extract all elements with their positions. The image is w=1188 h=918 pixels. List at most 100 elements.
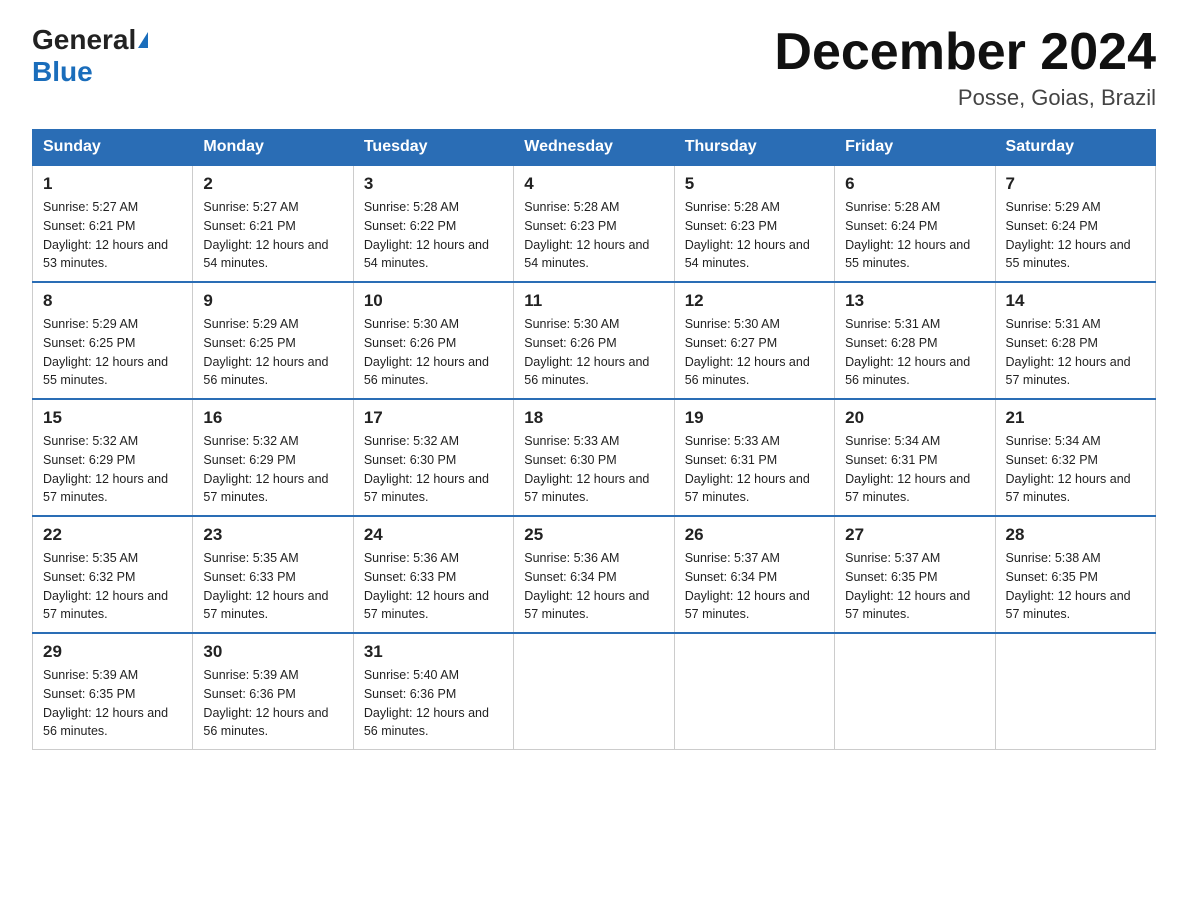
- day-number: 28: [1006, 525, 1145, 545]
- calendar-cell: 23 Sunrise: 5:35 AMSunset: 6:33 PMDaylig…: [193, 516, 353, 633]
- day-info: Sunrise: 5:34 AMSunset: 6:31 PMDaylight:…: [845, 434, 970, 504]
- calendar-cell: 15 Sunrise: 5:32 AMSunset: 6:29 PMDaylig…: [33, 399, 193, 516]
- logo-general-text: General: [32, 24, 136, 56]
- calendar-cell: 2 Sunrise: 5:27 AMSunset: 6:21 PMDayligh…: [193, 165, 353, 282]
- day-info: Sunrise: 5:35 AMSunset: 6:33 PMDaylight:…: [203, 551, 328, 621]
- day-info: Sunrise: 5:37 AMSunset: 6:34 PMDaylight:…: [685, 551, 810, 621]
- day-info: Sunrise: 5:39 AMSunset: 6:36 PMDaylight:…: [203, 668, 328, 738]
- day-number: 16: [203, 408, 342, 428]
- day-number: 14: [1006, 291, 1145, 311]
- calendar-week-row: 1 Sunrise: 5:27 AMSunset: 6:21 PMDayligh…: [33, 165, 1156, 282]
- calendar-cell: 12 Sunrise: 5:30 AMSunset: 6:27 PMDaylig…: [674, 282, 834, 399]
- calendar-cell: 7 Sunrise: 5:29 AMSunset: 6:24 PMDayligh…: [995, 165, 1155, 282]
- day-number: 12: [685, 291, 824, 311]
- header-saturday: Saturday: [995, 130, 1155, 166]
- logo-triangle-icon: [138, 32, 148, 48]
- day-number: 9: [203, 291, 342, 311]
- day-info: Sunrise: 5:32 AMSunset: 6:30 PMDaylight:…: [364, 434, 489, 504]
- day-info: Sunrise: 5:35 AMSunset: 6:32 PMDaylight:…: [43, 551, 168, 621]
- day-info: Sunrise: 5:30 AMSunset: 6:26 PMDaylight:…: [524, 317, 649, 387]
- calendar-cell: 10 Sunrise: 5:30 AMSunset: 6:26 PMDaylig…: [353, 282, 513, 399]
- calendar-cell: 21 Sunrise: 5:34 AMSunset: 6:32 PMDaylig…: [995, 399, 1155, 516]
- calendar-cell: [995, 633, 1155, 750]
- calendar-cell: 20 Sunrise: 5:34 AMSunset: 6:31 PMDaylig…: [835, 399, 995, 516]
- day-info: Sunrise: 5:29 AMSunset: 6:25 PMDaylight:…: [43, 317, 168, 387]
- calendar-cell: 17 Sunrise: 5:32 AMSunset: 6:30 PMDaylig…: [353, 399, 513, 516]
- calendar-cell: 4 Sunrise: 5:28 AMSunset: 6:23 PMDayligh…: [514, 165, 674, 282]
- day-number: 17: [364, 408, 503, 428]
- header-friday: Friday: [835, 130, 995, 166]
- day-number: 15: [43, 408, 182, 428]
- page-header: General Blue December 2024 Posse, Goias,…: [32, 24, 1156, 111]
- calendar-cell: 6 Sunrise: 5:28 AMSunset: 6:24 PMDayligh…: [835, 165, 995, 282]
- day-info: Sunrise: 5:30 AMSunset: 6:27 PMDaylight:…: [685, 317, 810, 387]
- day-info: Sunrise: 5:36 AMSunset: 6:33 PMDaylight:…: [364, 551, 489, 621]
- day-number: 5: [685, 174, 824, 194]
- calendar-cell: [514, 633, 674, 750]
- day-info: Sunrise: 5:27 AMSunset: 6:21 PMDaylight:…: [203, 200, 328, 270]
- day-info: Sunrise: 5:36 AMSunset: 6:34 PMDaylight:…: [524, 551, 649, 621]
- day-number: 6: [845, 174, 984, 194]
- calendar-cell: 25 Sunrise: 5:36 AMSunset: 6:34 PMDaylig…: [514, 516, 674, 633]
- calendar-cell: 3 Sunrise: 5:28 AMSunset: 6:22 PMDayligh…: [353, 165, 513, 282]
- day-info: Sunrise: 5:28 AMSunset: 6:23 PMDaylight:…: [524, 200, 649, 270]
- day-number: 20: [845, 408, 984, 428]
- calendar-cell: 11 Sunrise: 5:30 AMSunset: 6:26 PMDaylig…: [514, 282, 674, 399]
- day-number: 4: [524, 174, 663, 194]
- day-number: 23: [203, 525, 342, 545]
- calendar-cell: 19 Sunrise: 5:33 AMSunset: 6:31 PMDaylig…: [674, 399, 834, 516]
- calendar-cell: 24 Sunrise: 5:36 AMSunset: 6:33 PMDaylig…: [353, 516, 513, 633]
- day-number: 27: [845, 525, 984, 545]
- day-info: Sunrise: 5:32 AMSunset: 6:29 PMDaylight:…: [43, 434, 168, 504]
- day-number: 3: [364, 174, 503, 194]
- header-thursday: Thursday: [674, 130, 834, 166]
- day-info: Sunrise: 5:37 AMSunset: 6:35 PMDaylight:…: [845, 551, 970, 621]
- day-info: Sunrise: 5:28 AMSunset: 6:24 PMDaylight:…: [845, 200, 970, 270]
- day-number: 7: [1006, 174, 1145, 194]
- day-info: Sunrise: 5:28 AMSunset: 6:23 PMDaylight:…: [685, 200, 810, 270]
- header-wednesday: Wednesday: [514, 130, 674, 166]
- calendar-cell: 27 Sunrise: 5:37 AMSunset: 6:35 PMDaylig…: [835, 516, 995, 633]
- day-info: Sunrise: 5:31 AMSunset: 6:28 PMDaylight:…: [1006, 317, 1131, 387]
- day-info: Sunrise: 5:27 AMSunset: 6:21 PMDaylight:…: [43, 200, 168, 270]
- day-info: Sunrise: 5:33 AMSunset: 6:30 PMDaylight:…: [524, 434, 649, 504]
- day-info: Sunrise: 5:40 AMSunset: 6:36 PMDaylight:…: [364, 668, 489, 738]
- location-title: Posse, Goias, Brazil: [774, 85, 1156, 111]
- header-sunday: Sunday: [33, 130, 193, 166]
- month-title: December 2024: [774, 24, 1156, 81]
- day-number: 11: [524, 291, 663, 311]
- calendar-cell: 30 Sunrise: 5:39 AMSunset: 6:36 PMDaylig…: [193, 633, 353, 750]
- calendar-cell: 22 Sunrise: 5:35 AMSunset: 6:32 PMDaylig…: [33, 516, 193, 633]
- day-number: 21: [1006, 408, 1145, 428]
- day-number: 10: [364, 291, 503, 311]
- day-number: 29: [43, 642, 182, 662]
- day-info: Sunrise: 5:38 AMSunset: 6:35 PMDaylight:…: [1006, 551, 1131, 621]
- day-number: 30: [203, 642, 342, 662]
- calendar-cell: 14 Sunrise: 5:31 AMSunset: 6:28 PMDaylig…: [995, 282, 1155, 399]
- calendar-cell: 29 Sunrise: 5:39 AMSunset: 6:35 PMDaylig…: [33, 633, 193, 750]
- day-number: 19: [685, 408, 824, 428]
- day-number: 22: [43, 525, 182, 545]
- calendar-cell: 5 Sunrise: 5:28 AMSunset: 6:23 PMDayligh…: [674, 165, 834, 282]
- calendar-cell: 28 Sunrise: 5:38 AMSunset: 6:35 PMDaylig…: [995, 516, 1155, 633]
- header-tuesday: Tuesday: [353, 130, 513, 166]
- header-monday: Monday: [193, 130, 353, 166]
- day-number: 25: [524, 525, 663, 545]
- day-number: 13: [845, 291, 984, 311]
- day-info: Sunrise: 5:29 AMSunset: 6:25 PMDaylight:…: [203, 317, 328, 387]
- day-info: Sunrise: 5:32 AMSunset: 6:29 PMDaylight:…: [203, 434, 328, 504]
- calendar-cell: [674, 633, 834, 750]
- day-info: Sunrise: 5:31 AMSunset: 6:28 PMDaylight:…: [845, 317, 970, 387]
- calendar-header-row: SundayMondayTuesdayWednesdayThursdayFrid…: [33, 130, 1156, 166]
- day-info: Sunrise: 5:28 AMSunset: 6:22 PMDaylight:…: [364, 200, 489, 270]
- calendar-cell: 31 Sunrise: 5:40 AMSunset: 6:36 PMDaylig…: [353, 633, 513, 750]
- day-number: 8: [43, 291, 182, 311]
- calendar-week-row: 15 Sunrise: 5:32 AMSunset: 6:29 PMDaylig…: [33, 399, 1156, 516]
- calendar-cell: 1 Sunrise: 5:27 AMSunset: 6:21 PMDayligh…: [33, 165, 193, 282]
- calendar-cell: [835, 633, 995, 750]
- day-number: 31: [364, 642, 503, 662]
- calendar-cell: 26 Sunrise: 5:37 AMSunset: 6:34 PMDaylig…: [674, 516, 834, 633]
- calendar-cell: 16 Sunrise: 5:32 AMSunset: 6:29 PMDaylig…: [193, 399, 353, 516]
- logo: General Blue: [32, 24, 148, 88]
- day-info: Sunrise: 5:29 AMSunset: 6:24 PMDaylight:…: [1006, 200, 1131, 270]
